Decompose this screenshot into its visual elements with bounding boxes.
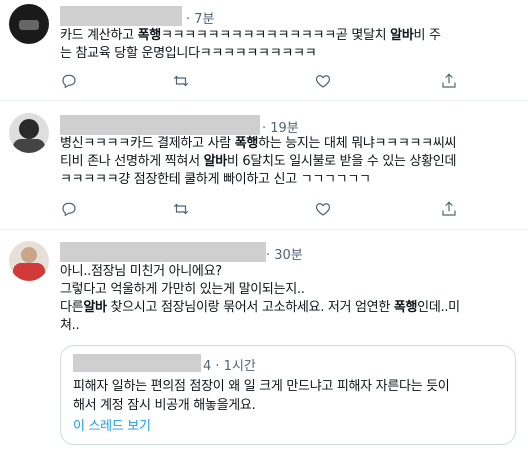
quoted-time[interactable]: 4 · 1시간 — [203, 355, 256, 374]
reply-icon[interactable] — [60, 200, 78, 218]
retweet-icon[interactable] — [172, 72, 190, 90]
tweet-2[interactable]: · 19분 병신ㅋㅋㅋㅋ카드 결제하고 사람 폭행하는 능지는 대체 뭐냐ㅋㅋㅋ… — [0, 101, 528, 229]
reply-icon[interactable] — [60, 72, 78, 90]
tweet-time[interactable]: · 19분 — [262, 117, 299, 136]
avatar[interactable] — [9, 4, 49, 44]
tweet-1[interactable]: · 7분 카드 계산하고 폭행ㅋㅋㅋㅋㅋㅋㅋㅋㅋㅋㅋㅋㅋㅋㅋ곧 몇달치 알바비 … — [0, 0, 528, 100]
tweet-text-line: 다른알바 찾으시고 점장님이랑 묶어서 고소하세요. 저거 엄연한 폭행인데..… — [60, 300, 460, 315]
show-thread-link[interactable]: 이 스레드 보기 — [73, 418, 151, 435]
tweet-text-line: 쳐.. — [60, 318, 80, 333]
tweet-text-line: 병신ㅋㅋㅋㅋ카드 결제하고 사람 폭행하는 능지는 대체 뭐냐ㅋㅋㅋㅋㅋ씨씨 — [60, 136, 457, 151]
tweet-text-line: 그렇다고 억울하게 가만히 있는게 말이되는지.. — [60, 282, 305, 297]
like-icon[interactable] — [314, 200, 332, 218]
share-icon[interactable] — [440, 200, 458, 218]
share-icon[interactable] — [440, 72, 458, 90]
avatar[interactable] — [9, 113, 49, 153]
username-redacted — [60, 115, 260, 135]
like-icon[interactable] — [314, 72, 332, 90]
time-text: 7분 — [194, 12, 215, 27]
tweet-text-line: 카드 계산하고 폭행ㅋㅋㅋㅋㅋㅋㅋㅋㅋㅋㅋㅋㅋㅋㅋ곧 몇달치 알바비 주 — [60, 28, 441, 43]
tweet-text-line: ㅋㅋㅋㅋㅋ걍 점장한테 쿨하게 빠이하고 신고 ㄱㄱㄱㄱㄱㄱ — [60, 172, 371, 187]
time-text: 1시간 — [223, 359, 256, 374]
quoted-username-redacted — [73, 354, 201, 372]
time-text: 19분 — [270, 121, 299, 136]
tweet-text-line: 는 참교육 당할 운명입니다ㅋㅋㅋㅋㅋㅋㅋㅋㅋㅋ — [60, 46, 317, 61]
quoted-text-line: 피해자 일하는 편의점 점장이 왜 일 크게 만드냐고 피해자 자른다는 듯이 — [73, 379, 450, 394]
username-redacted — [60, 6, 182, 26]
time-text: 30분 — [274, 248, 303, 263]
tweet-text-line: 티비 존나 선명하게 찍혀서 알바비 6달치도 일시불로 받을 수 있는 상황인… — [60, 154, 457, 169]
quoted-tweet[interactable]: 4 · 1시간 피해자 일하는 편의점 점장이 왜 일 크게 만드냐고 피해자 … — [60, 345, 516, 445]
retweet-icon[interactable] — [172, 200, 190, 218]
quoted-text-line: 해서 계정 잠시 비공개 해놓을게요. — [73, 398, 256, 413]
tweet-text-line: 아니..점장님 미친거 아니에요? — [60, 264, 222, 279]
avatar[interactable] — [9, 241, 49, 281]
tweet-time[interactable]: · 7분 — [186, 8, 215, 27]
tweet-time[interactable]: · 30분 — [266, 244, 303, 263]
username-redacted — [60, 242, 266, 262]
